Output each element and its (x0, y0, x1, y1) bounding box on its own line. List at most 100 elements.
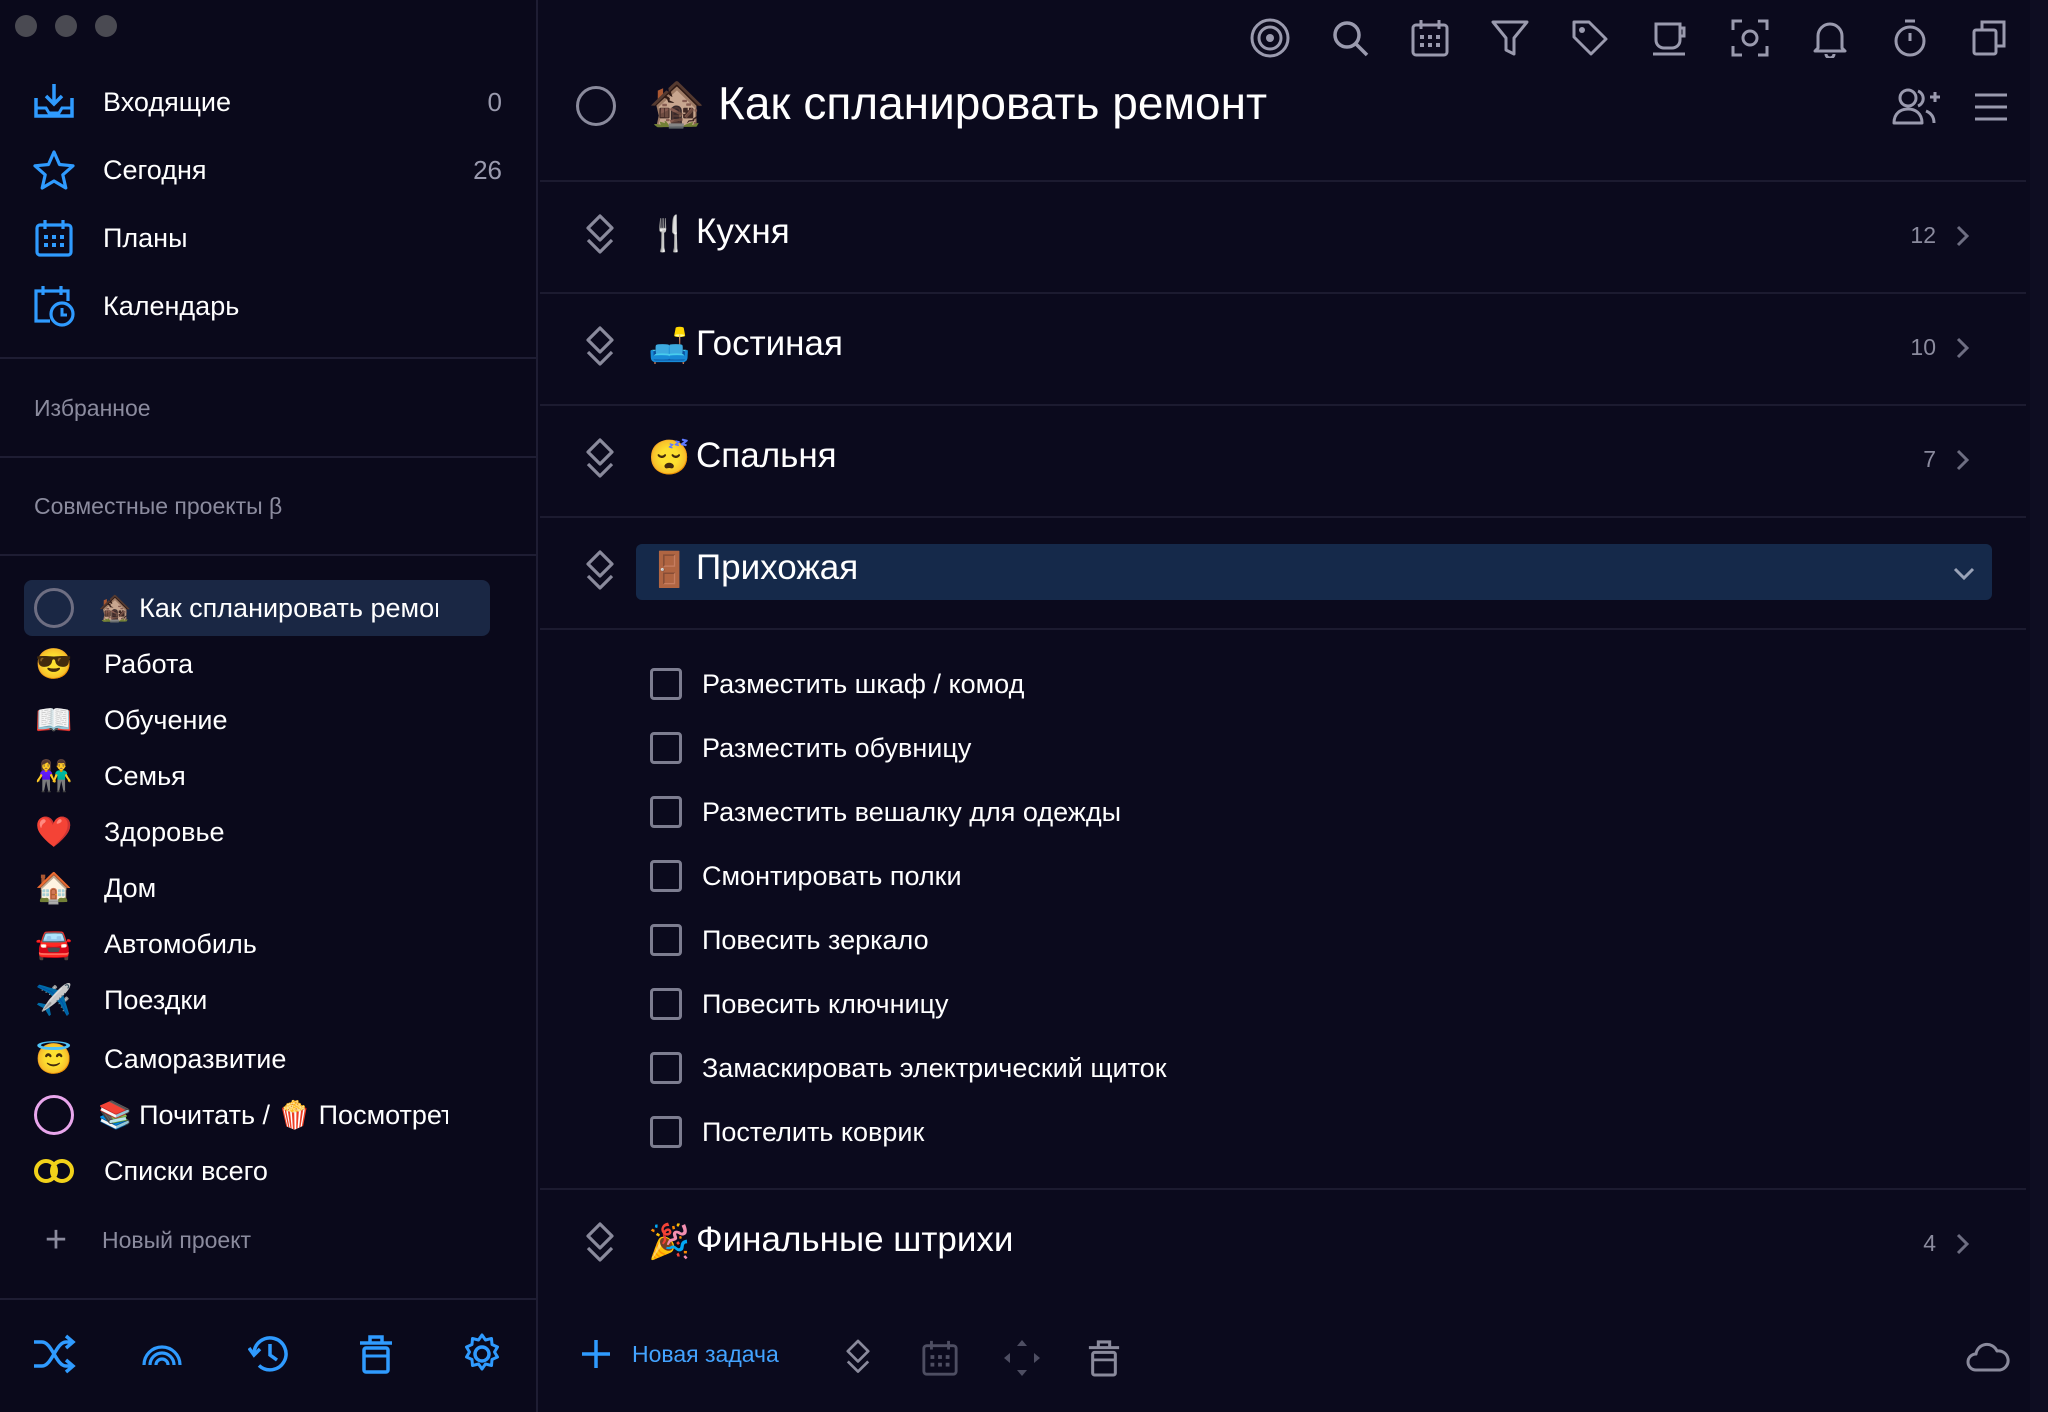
heading-diamond-icon (586, 438, 614, 478)
rainbow-icon[interactable] (138, 1330, 186, 1378)
task-item[interactable]: Разместить шкаф / комод (650, 664, 1024, 704)
shuffle-icon[interactable] (30, 1330, 78, 1378)
history-icon[interactable] (246, 1330, 294, 1378)
fork-knife-emoji-icon: 🍴 (648, 215, 691, 253)
trash-icon[interactable] (1082, 1336, 1126, 1380)
windows-icon[interactable] (1966, 14, 2014, 62)
plus-icon: + (44, 1219, 68, 1261)
party-popper-emoji-icon: 🎉 (648, 1223, 691, 1261)
project-label: Дом (104, 872, 157, 903)
task-item[interactable]: Смонтировать полки (650, 856, 962, 896)
shared-projects-title[interactable]: Совместные проекты β (34, 493, 282, 520)
task-checkbox[interactable] (650, 1116, 682, 1148)
project-item-read-watch[interactable]: 📚 Почитать / 🍿 Посмотреть (24, 1087, 490, 1143)
sidebar: Входящие 0 Сегодня 26 Планы Календарь Из… (0, 0, 538, 1412)
nav-label: Входящие (103, 86, 232, 117)
menu-icon[interactable] (1966, 82, 2016, 132)
new-task-button[interactable]: Новая задача (580, 1338, 779, 1370)
heading-diamond-icon (586, 550, 614, 590)
heading-row[interactable]: 🍴 Кухня 12 (540, 182, 2026, 292)
project-label: 📚 Почитать / 🍿 Посмотреть (98, 1100, 448, 1130)
bell-icon[interactable] (1806, 14, 1854, 62)
task-checkbox[interactable] (650, 988, 682, 1020)
task-title: Разместить обувницу (702, 732, 972, 763)
nav-plans[interactable]: Планы (32, 210, 512, 266)
infinity-rings-icon (24, 1158, 84, 1184)
cloud-sync-icon[interactable] (1966, 1336, 2010, 1380)
heading-row[interactable]: 🛋️ Гостиная 10 (540, 294, 2026, 404)
trash-icon[interactable] (352, 1330, 400, 1378)
filter-icon[interactable] (1486, 14, 1534, 62)
project-item-lists[interactable]: Списки всего (24, 1143, 490, 1199)
calendar-icon[interactable] (1406, 14, 1454, 62)
project-label: Обучение (104, 704, 228, 735)
task-checkbox[interactable] (650, 796, 682, 828)
tag-icon[interactable] (1566, 14, 1614, 62)
project-item-family[interactable]: 👫 Семья (24, 748, 490, 804)
task-checkbox[interactable] (650, 1052, 682, 1084)
sleeping-emoji-icon: 😴 (648, 439, 691, 477)
heading-name: Прихожая (696, 548, 859, 587)
project-title[interactable]: 🏚️ Как спланировать ремонт (648, 76, 1267, 131)
gear-icon[interactable] (458, 1330, 506, 1378)
new-heading-icon[interactable] (836, 1336, 880, 1380)
car-emoji-icon: 🚘 (35, 927, 73, 961)
window-zoom-button[interactable] (95, 15, 117, 37)
project-item-car[interactable]: 🚘 Автомобиль (24, 916, 490, 972)
nav-count: 26 (473, 154, 502, 185)
timer-icon[interactable] (1886, 14, 1934, 62)
family-emoji-icon: 👫 (35, 759, 73, 793)
nav-calendar[interactable]: Календарь (32, 278, 512, 334)
divider (540, 628, 2026, 630)
task-item[interactable]: Повесить зеркало (650, 920, 929, 960)
heading-row-expanded[interactable]: 🚪 Прихожая (540, 518, 2026, 628)
heading-row[interactable]: 😴 Спальня 7 (540, 406, 2026, 516)
project-item-home[interactable]: 🏠 Дом (24, 860, 490, 916)
heading-diamond-icon (586, 326, 614, 366)
house-emoji-icon: 🏠 (35, 871, 73, 905)
nav-today[interactable]: Сегодня 26 (32, 142, 512, 198)
project-item-renovation[interactable]: 🏚️ Как спланировать ремонт (24, 580, 490, 636)
screenshot-icon[interactable] (1726, 14, 1774, 62)
heading-name: Спальня (696, 436, 837, 475)
task-item[interactable]: Разместить обувницу (650, 728, 971, 768)
heart-emoji-icon: ❤️ (35, 815, 73, 849)
project-item-work[interactable]: 😎 Работа (24, 636, 490, 692)
task-item[interactable]: Повесить ключницу (650, 984, 949, 1024)
project-progress-ring[interactable] (576, 86, 616, 126)
couch-emoji-icon: 🛋️ (648, 327, 691, 365)
heading-name: Финальные штрихи (696, 1220, 1014, 1259)
task-title: Повесить зеркало (702, 924, 929, 955)
task-checkbox[interactable] (650, 924, 682, 956)
focus-icon[interactable] (1246, 14, 1294, 62)
nav-count: 0 (487, 86, 502, 117)
task-item[interactable]: Постелить коврик (650, 1112, 924, 1152)
project-label: 🏚️ Как спланировать ремонт (98, 593, 438, 623)
project-item-self-development[interactable]: 😇 Саморазвитие (24, 1031, 490, 1087)
project-label: Здоровье (104, 816, 225, 847)
project-label: Поездки (104, 984, 208, 1015)
project-item-health[interactable]: ❤️ Здоровье (24, 804, 490, 860)
task-item[interactable]: Разместить вешалку для одежды (650, 792, 1121, 832)
project-item-trips[interactable]: ✈️ Поездки (24, 972, 490, 1028)
task-checkbox[interactable] (650, 860, 682, 892)
heading-row[interactable]: 🎉 Финальные штрихи 4 (540, 1190, 2026, 1300)
window-close-button[interactable] (15, 15, 37, 37)
project-label: Работа (104, 648, 194, 679)
nav-inbox[interactable]: Входящие 0 (32, 74, 512, 130)
heading-count: 10 (1910, 334, 1936, 360)
search-icon[interactable] (1326, 14, 1374, 62)
task-checkbox[interactable] (650, 732, 682, 764)
new-project-button[interactable]: + Новый проект (38, 1219, 251, 1261)
coffee-icon[interactable] (1646, 14, 1694, 62)
calendar-icon[interactable] (918, 1336, 962, 1380)
scrollbar-track[interactable] (2030, 0, 2048, 1412)
window-minimize-button[interactable] (55, 15, 77, 37)
heading-diamond-icon (586, 1222, 614, 1262)
task-item[interactable]: Замаскировать электрический щиток (650, 1048, 1167, 1088)
move-arrows-icon[interactable] (1000, 1336, 1044, 1380)
project-item-study[interactable]: 📖 Обучение (24, 692, 490, 748)
airplane-emoji-icon: ✈️ (35, 983, 73, 1017)
share-users-icon[interactable] (1892, 82, 1942, 132)
task-checkbox[interactable] (650, 668, 682, 700)
